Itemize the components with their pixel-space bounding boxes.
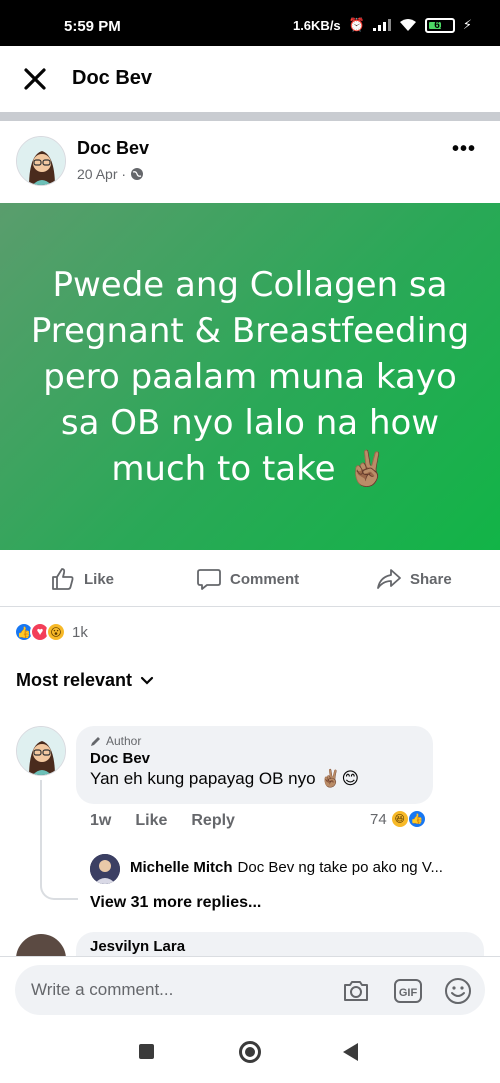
haha-reaction-icon: 😆 — [390, 810, 409, 828]
like-label: Like — [84, 570, 115, 588]
post-action-row: Like Comment Share — [0, 556, 500, 606]
like-button[interactable]: Like — [50, 566, 114, 592]
author-badge-label: Author — [106, 734, 142, 748]
comment-reply-button[interactable]: Reply — [191, 812, 235, 830]
comment-age: 1w — [90, 812, 112, 829]
comment-input[interactable]: Write a comment... GIF — [15, 965, 485, 1015]
comment-composer-bar: Write a comment... GIF — [0, 956, 500, 1024]
header-divider — [0, 112, 500, 121]
status-icons: 1.6KB/s ⏰ 61 ⚡ — [293, 17, 472, 33]
alarm-off-icon: ⏰ — [348, 17, 365, 32]
pencil-icon — [91, 737, 100, 746]
close-icon[interactable] — [22, 66, 48, 92]
comment-author-name[interactable]: Doc Bev — [90, 750, 419, 767]
battery-level: 61 — [434, 19, 446, 31]
reply-avatar[interactable] — [90, 854, 120, 884]
signal-icon — [372, 19, 391, 31]
reaction-count: 1k — [72, 623, 88, 641]
chevron-down-icon — [140, 676, 154, 685]
wow-reaction-icon: 😮 — [46, 622, 66, 642]
comment-reaction-count: 74 — [370, 810, 387, 828]
comment-button[interactable]: Comment — [196, 566, 299, 592]
status-bar: 5:59 PM 1.6KB/s ⏰ 61 ⚡ — [0, 0, 500, 46]
battery-icon: 61 — [424, 17, 455, 33]
post-meta: 20 Apr · — [77, 166, 144, 182]
post-sheet: Doc Bev Doc Bev 20 Apr · ••• Pwede ang C… — [0, 46, 500, 1083]
share-label: Share — [410, 570, 452, 588]
comment-text: Yan eh kung papayag OB nyo ✌🏽😊 — [90, 769, 360, 788]
post-author-name[interactable]: Doc Bev — [77, 138, 149, 159]
view-more-replies-link[interactable]: View 31 more replies... — [90, 894, 261, 912]
like-reaction-icon: 👍 — [407, 810, 426, 828]
next-comment-author[interactable]: Jesvilyn Lara — [90, 938, 185, 955]
network-speed: 1.6KB/s — [292, 17, 341, 33]
share-icon — [377, 569, 401, 589]
camera-icon[interactable] — [341, 976, 371, 1006]
home-button[interactable] — [239, 1041, 261, 1063]
comment-bubble[interactable]: Author Doc Bev Yan eh kung papayag OB ny… — [76, 726, 433, 804]
post-date[interactable]: 20 Apr · — [77, 166, 126, 182]
comment-like-button[interactable]: Like — [135, 812, 167, 830]
emoji-icon[interactable] — [443, 976, 473, 1006]
comment-sort-dropdown[interactable]: Most relevant — [16, 670, 154, 691]
header-title: Doc Bev — [72, 67, 153, 89]
thumbs-up-icon — [52, 568, 74, 590]
reactions-summary[interactable]: 👍 ♥ 😮 1k — [14, 622, 88, 642]
wifi-icon — [399, 19, 416, 31]
author-badge: Author — [90, 734, 419, 748]
comment-reactions[interactable]: 74 😆 👍 — [370, 810, 426, 828]
commenter-avatar[interactable] — [16, 726, 66, 776]
action-divider — [0, 606, 500, 607]
share-button[interactable]: Share — [376, 566, 452, 592]
status-time: 5:59 PM — [64, 18, 121, 35]
reply-author-name[interactable]: Michelle Mitch — [130, 859, 233, 876]
globe-icon — [131, 168, 144, 180]
post-banner[interactable]: Pwede ang Collagen sa Pregnant & Breastf… — [0, 203, 500, 550]
comment-label: Comment — [230, 570, 300, 588]
recents-button[interactable] — [139, 1044, 154, 1059]
system-nav-bar — [0, 1024, 500, 1083]
more-options-icon[interactable]: ••• — [452, 138, 476, 161]
gif-icon[interactable]: GIF — [393, 976, 423, 1006]
sort-label: Most relevant — [16, 670, 133, 690]
post-banner-text: Pwede ang Collagen sa Pregnant & Breastf… — [30, 264, 470, 489]
reply-preview[interactable]: Michelle Mitch Doc Bev ng take po ako ng … — [130, 859, 480, 876]
charging-icon: ⚡ — [462, 17, 472, 32]
back-button[interactable] — [343, 1043, 358, 1061]
post-author-avatar[interactable] — [16, 136, 66, 186]
comment-input-placeholder: Write a comment... — [31, 980, 174, 999]
top-header: Doc Bev — [0, 46, 500, 112]
reply-text: Doc Bev ng take po ako ng V... — [237, 859, 443, 876]
reply-thread-line — [40, 780, 78, 900]
comment-actions: 1w Like Reply — [90, 812, 235, 830]
gif-label: GIF — [399, 987, 418, 999]
comment-icon — [197, 569, 221, 590]
